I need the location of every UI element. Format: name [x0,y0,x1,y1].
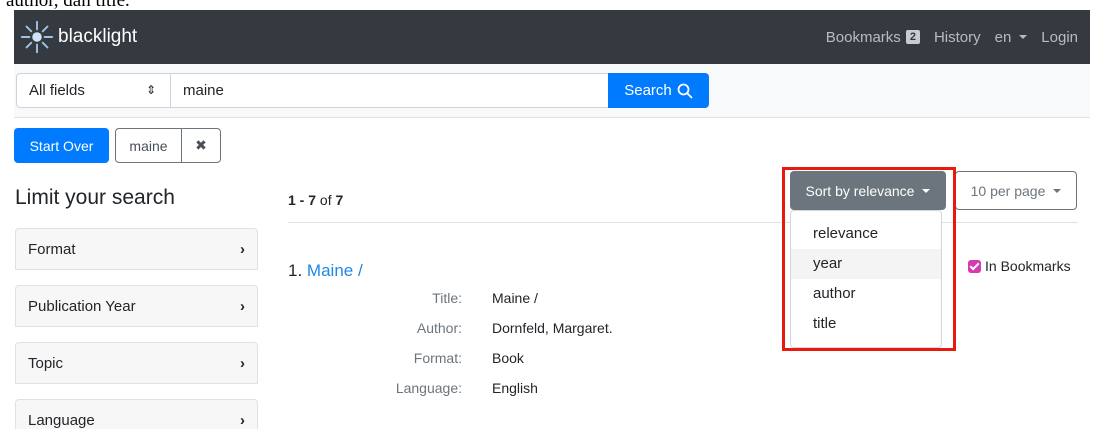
caption-text: author, dan title. [0,0,1096,10]
field-value-language: English [492,380,538,396]
result-number: 1. [288,261,303,280]
chevron-right-icon: › [240,354,245,372]
field-value-format: Book [492,350,524,366]
field-label-language: Language: [395,380,462,396]
results-range: 1 - 7 [288,192,317,208]
facet-label: Format [28,240,76,258]
brand-name: blacklight [58,26,138,47]
remove-constraint-icon[interactable]: ✖ [182,129,220,162]
navbar-links: Bookmarks 2 History en Login [812,10,1078,64]
field-value-title: Maine / [492,290,538,306]
login-link[interactable]: Login [1041,29,1078,46]
search-bar: All fields ⇕ maine Search [14,64,1090,118]
per-page-dropdown-button[interactable]: 10 per page [955,171,1077,210]
field-label-author: Author: [416,320,462,336]
sort-option-title[interactable]: title [791,309,941,339]
facet-publication-year[interactable]: Publication Year › [15,285,258,327]
result-title: 1. Maine / [288,261,363,281]
applied-constraint: maine ✖ [115,128,221,163]
bookmark-label: In Bookmarks [985,258,1071,274]
language-dropdown[interactable]: en [995,29,1028,46]
results-of: of [319,192,332,208]
language-label: en [994,28,1012,46]
caret-down-icon [1019,35,1028,39]
facet-topic[interactable]: Topic › [15,342,258,384]
top-navbar: blacklight Bookmarks 2 History en Login [14,10,1090,64]
field-label-format: Format: [413,350,462,366]
search-input[interactable]: maine [170,73,610,108]
chevron-right-icon: › [240,297,245,315]
checkbox-checked-icon[interactable] [968,259,981,273]
facet-label: Language [28,411,95,429]
constraint-value[interactable]: maine [116,129,182,162]
bookmarks-link[interactable]: Bookmarks 2 [826,29,920,46]
bookmarks-count-badge: 2 [905,30,920,44]
sort-label: Sort by relevance [805,182,915,199]
facet-format[interactable]: Format › [15,228,258,270]
results-total: 7 [335,192,344,208]
blacklight-logo-icon [20,20,54,54]
sort-dropdown-button[interactable]: Sort by relevance [790,171,946,210]
search-button[interactable]: Search [608,73,709,108]
field-label-title: Title: [432,290,462,306]
results-count: 1 - 7 of 7 [288,192,343,208]
history-link[interactable]: History [934,29,981,46]
brand-link[interactable]: blacklight [18,10,137,64]
facet-language[interactable]: Language › [15,399,258,429]
bookmark-toggle[interactable]: In Bookmarks [968,258,1071,274]
bookmarks-label: Bookmarks [825,28,901,46]
caret-down-icon [922,188,931,193]
caret-down-icon [1053,188,1062,193]
select-arrows-icon: ⇕ [145,83,156,97]
chevron-right-icon: › [240,240,245,258]
search-button-label: Search [624,82,672,99]
sort-option-relevance[interactable]: relevance [791,219,941,249]
sort-dropdown-menu: relevance year author title [790,210,942,348]
chevron-right-icon: › [240,411,245,429]
search-field-value: All fields [29,82,85,99]
search-field-select[interactable]: All fields ⇕ [16,73,171,108]
sidebar-title: Limit your search [15,186,175,209]
sort-option-year[interactable]: year [791,249,941,279]
magnifier-icon [677,83,693,98]
result-title-link[interactable]: Maine / [307,261,363,280]
sort-option-author[interactable]: author [791,279,941,309]
per-page-label: 10 per page [970,182,1046,199]
field-value-author: Dornfeld, Margaret. [492,320,613,336]
facet-label: Topic [28,354,64,372]
start-over-button[interactable]: Start Over [14,128,109,163]
facet-label: Publication Year [28,297,136,315]
results-divider [288,222,1078,223]
